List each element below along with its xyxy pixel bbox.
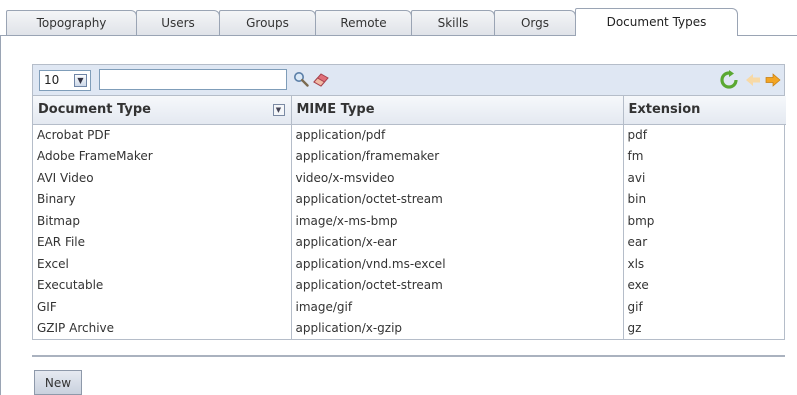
- cell-mime-type: application/vnd.ms-excel: [291, 253, 624, 275]
- cell-extension: bmp: [627, 213, 655, 228]
- cell-mime-type: application/x-ear: [291, 231, 624, 253]
- cell-document-type: Excel: [33, 253, 292, 275]
- next-page-icon[interactable]: [765, 73, 781, 87]
- tab-remote[interactable]: Remote: [315, 10, 412, 36]
- cell-extension: pdf: [627, 128, 647, 142]
- search-input[interactable]: [99, 69, 287, 90]
- table-row[interactable]: Adobe FrameMaker application/framemaker fm: [33, 145, 786, 167]
- table-row[interactable]: Executable application/octet-stream exe: [33, 274, 786, 296]
- grid-toolbar: 10 ▼: [33, 65, 784, 96]
- cell-document-type: Acrobat PDF: [33, 124, 292, 146]
- table-row[interactable]: Acrobat PDF application/pdf pdf: [33, 124, 786, 146]
- cell-extension: gz: [627, 321, 642, 336]
- cell-extension: fm: [627, 149, 644, 164]
- table-row[interactable]: GZIP Archive application/x-gzip gz: [33, 317, 786, 339]
- tab-bar: Topography Users Groups Remote Skills Or…: [0, 0, 797, 36]
- column-header-document-type[interactable]: Document Type ▼: [33, 96, 292, 125]
- cell-mime-type: application/framemaker: [291, 145, 624, 167]
- tab-users[interactable]: Users: [136, 10, 220, 36]
- tab-topography[interactable]: Topography: [6, 10, 137, 36]
- cell-extension: bin: [627, 192, 647, 207]
- cell-extension: gif: [627, 299, 643, 314]
- cell-mime-type: application/x-gzip: [291, 317, 624, 339]
- document-types-grid: 10 ▼ Document Type ▼ MIME Type Extension…: [32, 64, 786, 340]
- cell-document-type: Bitmap: [33, 210, 292, 232]
- refresh-icon[interactable]: [719, 70, 739, 90]
- table-row[interactable]: EAR File application/x-ear ear: [33, 231, 786, 253]
- eraser-icon[interactable]: [312, 71, 330, 87]
- page-size-select[interactable]: 10 ▼: [39, 70, 91, 91]
- table-row[interactable]: AVI Video video/x-msvideo avi: [33, 167, 786, 189]
- cell-document-type: AVI Video: [33, 167, 292, 189]
- table-row[interactable]: Excel application/vnd.ms-excel xls: [33, 253, 786, 275]
- cell-document-type: Executable: [33, 274, 292, 296]
- page-size-value: 10: [44, 73, 60, 87]
- chevron-down-icon[interactable]: ▼: [272, 104, 285, 116]
- cell-document-type: EAR File: [33, 231, 292, 253]
- table-row[interactable]: Bitmap image/x-ms-bmp bmp: [33, 210, 786, 232]
- new-document-type-button[interactable]: New: [34, 370, 82, 395]
- column-header-mime-type[interactable]: MIME Type: [291, 96, 624, 125]
- tab-groups[interactable]: Groups: [219, 10, 316, 36]
- cell-mime-type: image/x-ms-bmp: [291, 210, 624, 232]
- document-types-table: Document Type ▼ MIME Type Extension Acro…: [33, 96, 786, 339]
- cell-document-type: GIF: [33, 296, 292, 318]
- tab-skills[interactable]: Skills: [411, 10, 495, 36]
- table-header-row: Document Type ▼ MIME Type Extension: [33, 96, 786, 125]
- previous-page-icon[interactable]: [745, 73, 761, 87]
- chevron-down-icon: ▼: [74, 74, 87, 87]
- tab-orgs[interactable]: Orgs: [494, 10, 576, 36]
- table-row[interactable]: Binary application/octet-stream bin: [33, 188, 786, 210]
- column-header-extension[interactable]: Extension: [623, 96, 786, 125]
- cell-mime-type: application/octet-stream: [291, 188, 624, 210]
- cell-document-type: Adobe FrameMaker: [33, 145, 292, 167]
- cell-document-type: GZIP Archive: [33, 317, 292, 339]
- cell-extension: avi: [627, 170, 646, 185]
- cell-mime-type: video/x-msvideo: [291, 167, 624, 189]
- tab-document-types[interactable]: Document Types: [575, 8, 738, 36]
- cell-mime-type: application/pdf: [291, 124, 624, 146]
- cell-extension: ear: [627, 235, 648, 250]
- table-row[interactable]: GIF image/gif gif: [33, 296, 786, 318]
- cell-extension: exe: [627, 278, 649, 293]
- cell-mime-type: image/gif: [291, 296, 624, 318]
- cell-mime-type: application/octet-stream: [291, 274, 624, 296]
- cell-extension: xls: [627, 256, 645, 271]
- cell-document-type: Binary: [33, 188, 292, 210]
- section-divider: [32, 355, 785, 357]
- search-icon[interactable]: [293, 71, 309, 87]
